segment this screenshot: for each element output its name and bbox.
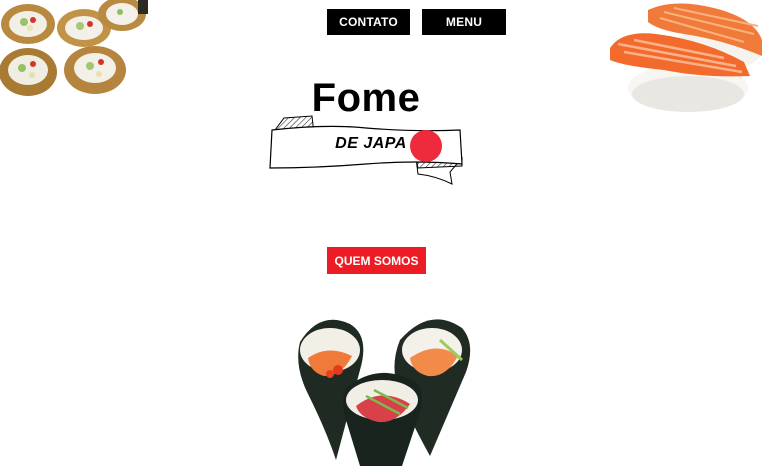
contato-button[interactable]: CONTATO [327,9,410,35]
temaki-cones-image [298,319,471,466]
salmon-nigiri-image [610,3,762,112]
page: CONTATO MENU Fome DE JAPA QUEM SOMOS [0,0,762,466]
quem-somos-button[interactable]: QUEM SOMOS [327,247,426,274]
sushi-rolls-image [0,0,148,102]
menu-button[interactable]: MENU [422,9,506,35]
logo[interactable]: Fome DE JAPA [266,72,466,188]
logo-subtitle: DE JAPA [335,135,407,152]
logo-title: Fome [311,76,421,120]
